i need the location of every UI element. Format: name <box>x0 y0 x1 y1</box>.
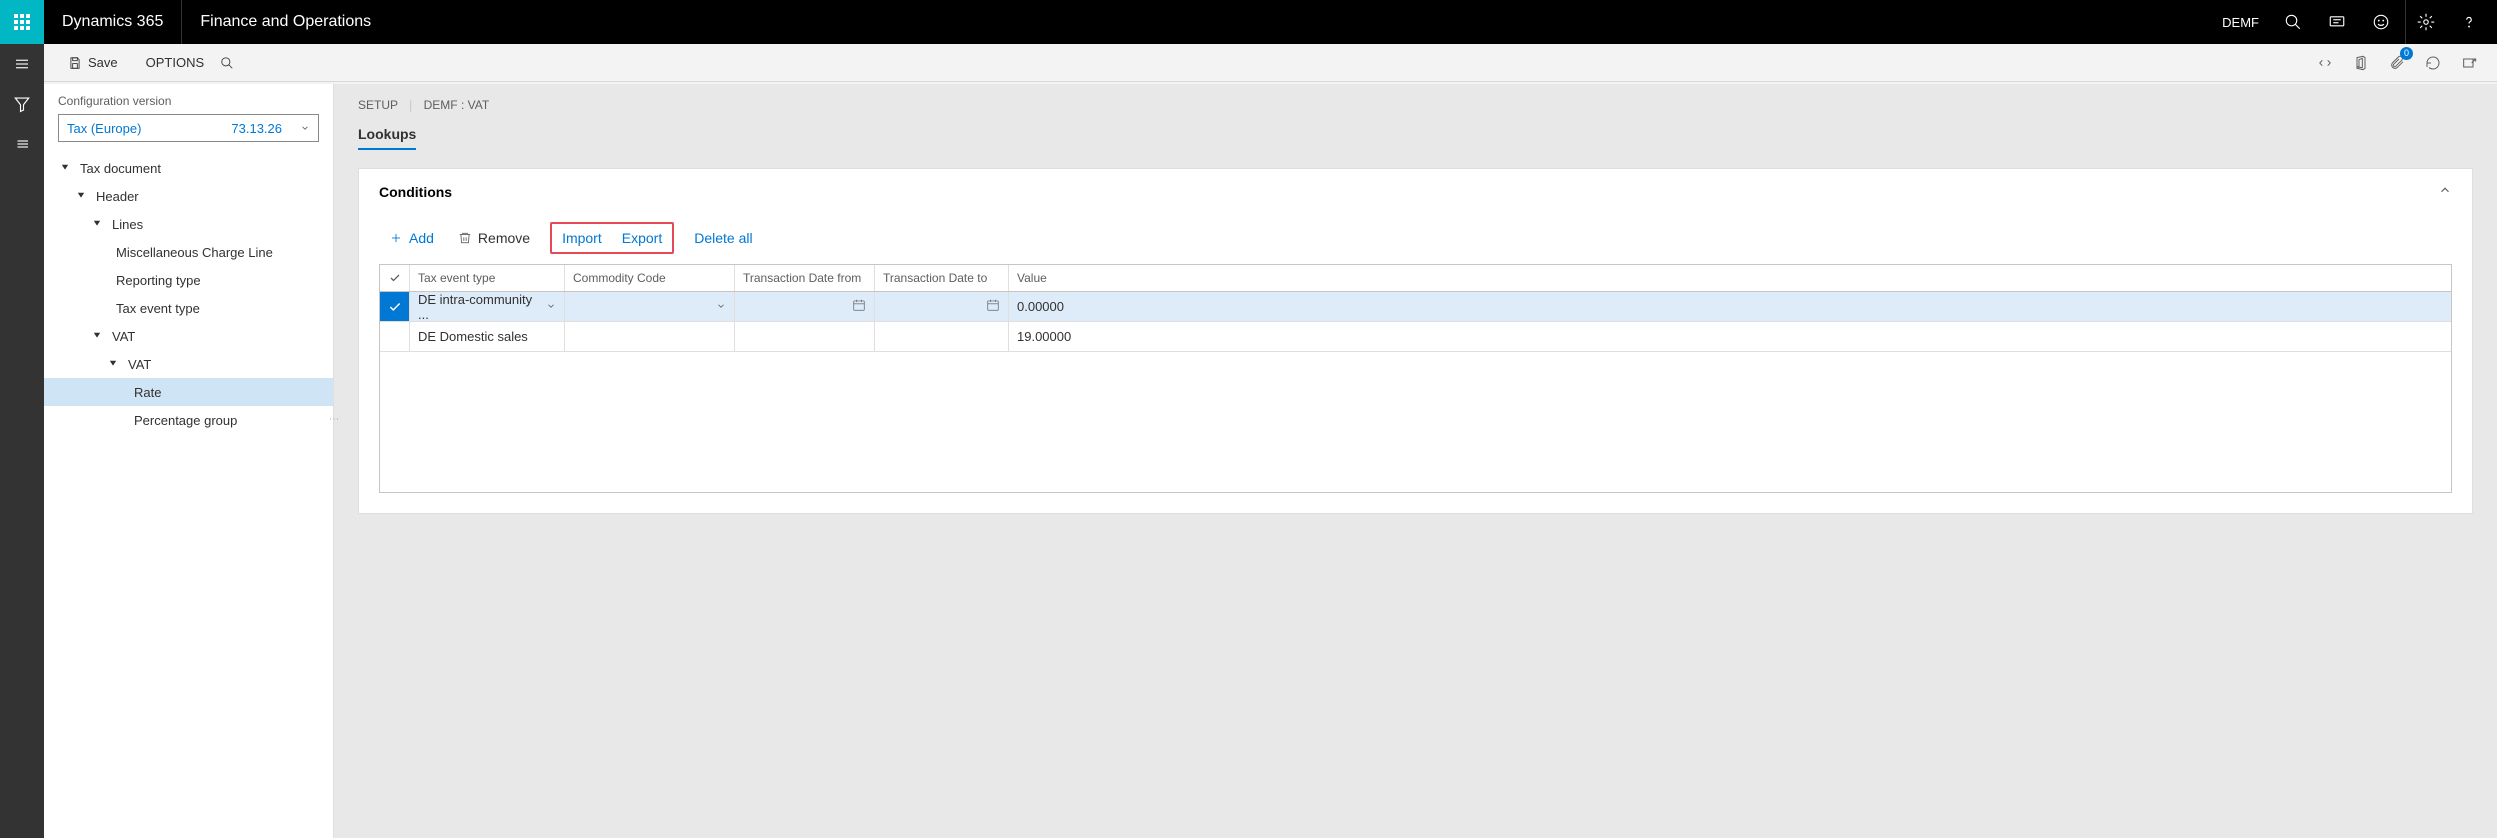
tree-collapse-icon[interactable] <box>106 360 120 368</box>
cell-tax-event[interactable]: DE intra-community ... <box>410 292 565 321</box>
conditions-toolbar: Add Remove Import Export Delete all <box>359 214 2472 264</box>
save-label: Save <box>88 55 118 70</box>
list-icon[interactable] <box>0 124 44 164</box>
nav-menu-icon[interactable] <box>0 44 44 84</box>
calendar-icon[interactable] <box>986 298 1000 315</box>
crumb-demf-vat: DEMF : VAT <box>424 98 490 112</box>
left-rail-lower <box>0 84 44 838</box>
tree-tax-document[interactable]: Tax document <box>44 154 333 182</box>
options-button[interactable]: OPTIONS <box>138 51 213 74</box>
cell-value[interactable]: 0.00000 <box>1009 292 1143 321</box>
tree-collapse-icon[interactable] <box>90 220 104 228</box>
remove-button[interactable]: Remove <box>448 226 540 250</box>
chevron-up-icon <box>2438 183 2452 200</box>
grid-empty-space <box>380 352 2451 492</box>
settings-icon[interactable] <box>2405 0 2445 44</box>
grid-header-row: Tax event type Commodity Code Transactio… <box>380 265 2451 292</box>
grid-row[interactable]: DE intra-community ... 0.00000 <box>380 292 2451 322</box>
row-select-checkbox[interactable] <box>380 292 410 321</box>
crumb-setup[interactable]: SETUP <box>358 98 398 112</box>
config-version-value: 73.13.26 <box>231 121 282 136</box>
messages-icon[interactable] <box>2317 0 2357 44</box>
content-area: SETUP | DEMF : VAT Lookups Conditions Ad… <box>334 84 2497 838</box>
config-name: Tax (Europe) <box>67 121 141 136</box>
chevron-down-icon <box>300 121 310 136</box>
grid-row[interactable]: DE Domestic sales 19.00000 <box>380 322 2451 352</box>
cell-date-from[interactable] <box>735 292 875 321</box>
save-icon <box>68 56 82 70</box>
action-bar: Save OPTIONS 0 <box>44 44 2497 82</box>
top-header: Dynamics 365 Finance and Operations DEMF <box>0 0 2497 44</box>
tree-vat-inner[interactable]: VAT <box>44 350 333 378</box>
help-icon[interactable] <box>2449 0 2489 44</box>
search-action-button[interactable] <box>212 52 242 74</box>
link-icon[interactable] <box>2313 51 2337 75</box>
tab-lookups[interactable]: Lookups <box>358 126 416 150</box>
popout-icon[interactable] <box>2457 51 2481 75</box>
filter-icon[interactable] <box>0 84 44 124</box>
tree-collapse-icon[interactable] <box>90 332 104 340</box>
attachments-icon[interactable]: 0 <box>2385 51 2409 75</box>
cell-commodity[interactable] <box>565 322 735 351</box>
grid-header-date-from[interactable]: Transaction Date from <box>735 265 875 291</box>
grid-header-value[interactable]: Value <box>1009 265 1143 291</box>
left-rail <box>0 44 44 84</box>
tree-tax-event-type[interactable]: Tax event type <box>44 294 333 322</box>
company-label[interactable]: DEMF <box>2212 15 2269 30</box>
tree-lines[interactable]: Lines <box>44 210 333 238</box>
tree-percentage-group[interactable]: Percentage group <box>44 406 333 434</box>
attachments-badge: 0 <box>2400 47 2413 60</box>
grid-header-commodity[interactable]: Commodity Code <box>565 265 735 291</box>
calendar-icon[interactable] <box>852 298 866 315</box>
feedback-icon[interactable] <box>2361 0 2401 44</box>
grid-header-select[interactable] <box>380 265 410 291</box>
office-icon[interactable] <box>2349 51 2373 75</box>
app-launcher-button[interactable] <box>0 0 44 44</box>
tree-collapse-icon[interactable] <box>74 192 88 200</box>
breadcrumb: SETUP | DEMF : VAT <box>334 84 2497 112</box>
sidebar: Configuration version Tax (Europe) 73.13… <box>44 84 334 838</box>
cell-tax-event[interactable]: DE Domestic sales <box>410 322 565 351</box>
chevron-down-icon[interactable] <box>716 299 726 314</box>
cell-value[interactable]: 19.00000 <box>1009 322 1143 351</box>
config-version-label: Configuration version <box>44 84 333 114</box>
import-button[interactable]: Import <box>552 226 612 250</box>
conditions-panel-header[interactable]: Conditions <box>359 169 2472 214</box>
chevron-down-icon[interactable] <box>546 299 556 314</box>
cell-date-to[interactable] <box>875 322 1009 351</box>
row-select-checkbox[interactable] <box>380 322 410 351</box>
tree-reporting-type[interactable]: Reporting type <box>44 266 333 294</box>
brand-label[interactable]: Dynamics 365 <box>44 0 182 44</box>
tree-collapse-icon[interactable] <box>58 164 72 172</box>
search-icon[interactable] <box>2273 0 2313 44</box>
tree-rate[interactable]: Rate <box>44 378 333 406</box>
refresh-icon[interactable] <box>2421 51 2445 75</box>
tree-header[interactable]: Header <box>44 182 333 210</box>
crumb-separator: | <box>409 98 412 112</box>
tab-row: Lookups <box>334 112 2497 150</box>
import-export-highlight: Import Export <box>550 222 674 254</box>
tree-misc-charge-line[interactable]: Miscellaneous Charge Line <box>44 238 333 266</box>
delete-all-button[interactable]: Delete all <box>684 226 762 250</box>
cell-commodity[interactable] <box>565 292 735 321</box>
trash-icon <box>458 231 472 245</box>
grid-header-date-to[interactable]: Transaction Date to <box>875 265 1009 291</box>
nav-tree: Tax document Header Lines Miscellaneous … <box>44 150 333 438</box>
add-button[interactable]: Add <box>379 226 444 250</box>
app-subtitle: Finance and Operations <box>182 13 389 31</box>
tree-vat[interactable]: VAT <box>44 322 333 350</box>
drag-handle-icon[interactable]: ⋮ <box>328 414 339 423</box>
save-button[interactable]: Save <box>60 51 126 74</box>
export-button[interactable]: Export <box>612 226 672 250</box>
conditions-grid: Tax event type Commodity Code Transactio… <box>379 264 2452 493</box>
cell-date-to[interactable] <box>875 292 1009 321</box>
conditions-title: Conditions <box>379 184 452 200</box>
config-version-select[interactable]: Tax (Europe) 73.13.26 <box>58 114 319 142</box>
grid-header-tax-event[interactable]: Tax event type <box>410 265 565 291</box>
conditions-panel: Conditions Add Remove Import Export Dele… <box>358 168 2473 514</box>
waffle-icon <box>14 14 30 30</box>
plus-icon <box>389 231 403 245</box>
cell-date-from[interactable] <box>735 322 875 351</box>
